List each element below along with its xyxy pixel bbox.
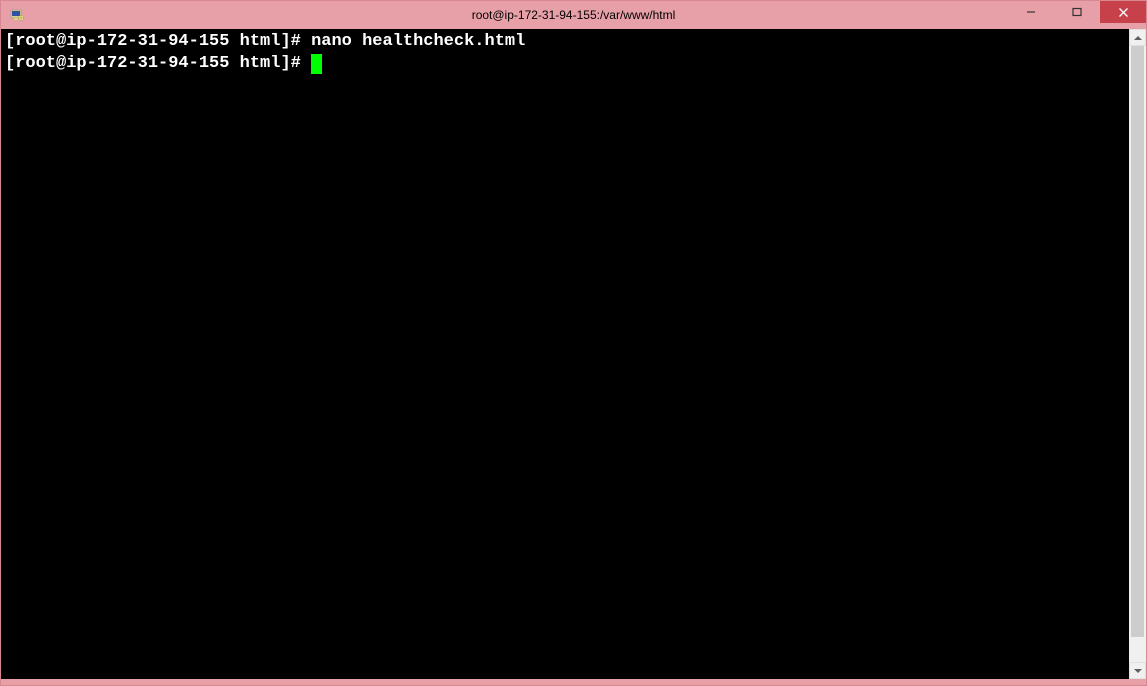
scroll-up-button[interactable]	[1129, 29, 1146, 46]
scroll-track[interactable]	[1129, 46, 1146, 662]
chevron-down-icon	[1134, 669, 1142, 673]
putty-icon	[9, 7, 25, 23]
window-bottom-border	[1, 679, 1146, 685]
terminal-window: root@ip-172-31-94-155:/var/www/html	[0, 0, 1147, 686]
window-title: root@ip-172-31-94-155:/var/www/html	[472, 8, 676, 22]
content-area: [root@ip-172-31-94-155 html]# nano healt…	[1, 29, 1146, 679]
shell-prompt: [root@ip-172-31-94-155 html]#	[5, 31, 311, 53]
titlebar[interactable]: root@ip-172-31-94-155:/var/www/html	[1, 1, 1146, 29]
minimize-button[interactable]	[1008, 1, 1054, 23]
terminal-output[interactable]: [root@ip-172-31-94-155 html]# nano healt…	[1, 29, 1129, 679]
maximize-button[interactable]	[1054, 1, 1100, 23]
scroll-down-button[interactable]	[1129, 662, 1146, 679]
terminal-line: [root@ip-172-31-94-155 html]# nano healt…	[5, 31, 1125, 53]
chevron-up-icon	[1134, 36, 1142, 40]
shell-prompt: [root@ip-172-31-94-155 html]#	[5, 53, 311, 75]
terminal-line: [root@ip-172-31-94-155 html]#	[5, 53, 1125, 75]
shell-command: nano healthcheck.html	[311, 31, 525, 53]
window-controls	[1008, 1, 1146, 23]
close-button[interactable]	[1100, 1, 1146, 23]
terminal-cursor	[311, 54, 322, 74]
vertical-scrollbar[interactable]	[1129, 29, 1146, 679]
scroll-thumb[interactable]	[1131, 46, 1144, 637]
